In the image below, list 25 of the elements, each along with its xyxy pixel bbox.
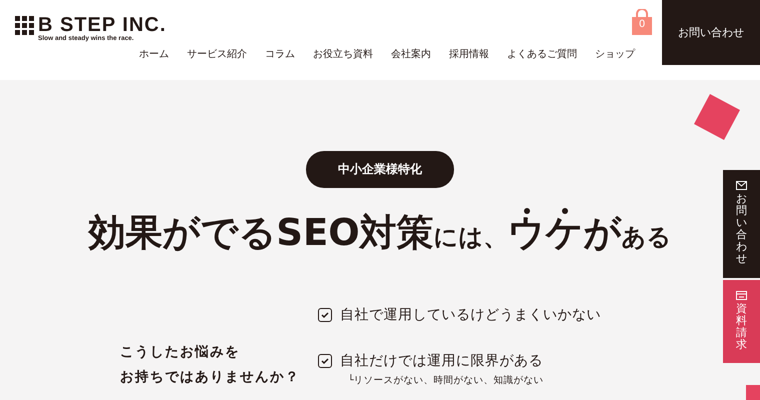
shopping-bag-icon[interactable]	[631, 9, 653, 35]
nav-link[interactable]: ホーム	[130, 45, 178, 63]
nav-link[interactable]: コラム	[256, 45, 304, 63]
side-tab[interactable]: 資料請求	[723, 280, 760, 363]
question-text: お持ちではありませんか？	[120, 369, 301, 386]
nav-link[interactable]: お役立ち資料	[304, 45, 382, 63]
nav-link[interactable]: よくあるご質問	[498, 45, 586, 63]
nav-link[interactable]: ショップ	[586, 45, 644, 63]
decor-square	[746, 385, 760, 400]
question-text: こうしたお悩みを	[120, 344, 241, 362]
logo-mark-icon	[15, 16, 34, 35]
side-tab[interactable]: お問い合わせ	[723, 170, 760, 278]
envelope-icon	[736, 181, 747, 190]
cart-count: 0	[638, 19, 646, 30]
nav-link[interactable]: 採用情報	[440, 45, 498, 63]
logo-name[interactable]: B STEP INC.	[38, 15, 166, 35]
category-badge: 中小企業様特化	[306, 151, 454, 188]
worry-text: 自社だけでは運用に限界がある	[340, 352, 543, 370]
worry-text: 自社で運用しているけどうまくいかない	[340, 306, 601, 324]
nav-link[interactable]: サービス紹介	[178, 45, 256, 63]
card-icon	[736, 290, 747, 300]
worry-note: └リソースがない、時間がない、知識がない	[348, 374, 545, 388]
contact-button[interactable]: お問い合わせ	[662, 0, 760, 65]
hero-headline: 効果がでるSEO対策には、ウケがある	[88, 200, 672, 256]
nav-link[interactable]: 会社案内	[382, 45, 440, 63]
